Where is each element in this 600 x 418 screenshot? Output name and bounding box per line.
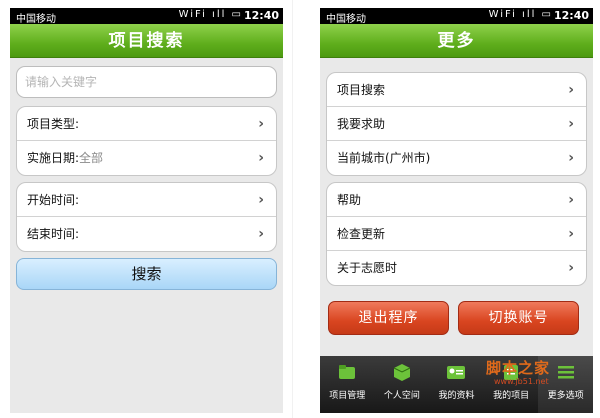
signal-wifi-battery-icon: WiFi ıll ▭ xyxy=(178,9,243,20)
project-type-row[interactable]: 项目类型: › xyxy=(17,107,276,141)
tab-project-manage[interactable]: 项目管理 xyxy=(320,356,375,413)
end-time-row[interactable]: 结束时间: › xyxy=(17,217,276,251)
end-time-label: 结束时间: xyxy=(27,227,80,241)
implement-date-value: 全部 xyxy=(79,151,104,165)
menu-item-project-search[interactable]: 项目搜索 › xyxy=(327,73,586,107)
menu-item-label: 帮助 xyxy=(337,193,362,207)
tab-personal-space[interactable]: 个人空间 xyxy=(375,356,430,413)
chevron-right-icon: › xyxy=(258,150,264,166)
clock: 12:40 xyxy=(553,9,589,22)
chevron-right-icon: › xyxy=(568,192,574,208)
search-input[interactable] xyxy=(16,66,277,98)
tab-label: 更多选项 xyxy=(547,391,584,401)
chevron-right-icon: › xyxy=(258,226,264,242)
tab-my-profile[interactable]: 我的资料 xyxy=(429,356,484,413)
tab-label: 个人空间 xyxy=(383,391,420,401)
divider xyxy=(292,0,293,418)
chevron-right-icon: › xyxy=(568,260,574,276)
switch-account-button[interactable]: 切换账号 xyxy=(458,301,579,335)
menu-item-about[interactable]: 关于志愿时 › xyxy=(327,251,586,285)
menu-item-label: 我要求助 xyxy=(337,117,386,131)
chevron-right-icon: › xyxy=(568,82,574,98)
logout-button[interactable]: 退出程序 xyxy=(328,301,449,335)
menu-item-current-city[interactable]: 当前城市(广州市) › xyxy=(327,141,586,175)
menu-group-2: 帮助 › 检查更新 › 关于志愿时 › xyxy=(326,182,587,286)
tab-label: 我的资料 xyxy=(438,391,475,401)
implement-date-row[interactable]: 实施日期:全部 › xyxy=(17,141,276,175)
chevron-right-icon: › xyxy=(568,226,574,242)
signal-wifi-battery-icon: WiFi ıll ▭ xyxy=(488,9,553,20)
folder-icon xyxy=(339,365,356,379)
watermark-main-text: 脚本之家 xyxy=(486,359,551,377)
box-icon xyxy=(393,364,411,381)
clock: 12:40 xyxy=(243,9,279,22)
tab-label: 项目管理 xyxy=(329,391,366,401)
start-time-row[interactable]: 开始时间: › xyxy=(17,183,276,217)
tab-label: 我的项目 xyxy=(493,391,530,401)
menu-item-label: 检查更新 xyxy=(337,227,386,241)
menu-item-label: 当前城市(广州市) xyxy=(337,151,431,165)
menu-item-request-help[interactable]: 我要求助 › xyxy=(327,107,586,141)
site-watermark-logo: 脚本之家 www.jb51.net xyxy=(486,357,596,389)
chevron-right-icon: › xyxy=(568,150,574,166)
menu-item-label: 关于志愿时 xyxy=(337,261,398,275)
menu-item-label: 项目搜索 xyxy=(337,83,386,97)
implement-date-label: 实施日期: xyxy=(27,151,80,165)
start-time-label: 开始时间: xyxy=(27,193,80,207)
left-phone-screen: 中国移动 WiFi ıll ▭ 12:40 项目搜索 项目类型: › 实施日期:… xyxy=(10,8,283,413)
project-type-label: 项目类型: xyxy=(27,117,80,131)
status-bar: 中国移动 WiFi ıll ▭ 12:40 xyxy=(320,8,593,25)
page-title: 项目搜索 xyxy=(10,24,283,58)
filter-group: 项目类型: › 实施日期:全部 › xyxy=(16,106,277,176)
menu-item-help[interactable]: 帮助 › xyxy=(327,183,586,217)
chevron-right-icon: › xyxy=(258,192,264,208)
right-phone-screen: 中国移动 WiFi ıll ▭ 12:40 更多 项目搜索 › 我要求助 › 当… xyxy=(320,8,593,413)
chevron-right-icon: › xyxy=(258,116,264,132)
page-title: 更多 xyxy=(320,24,593,58)
profile-card-icon xyxy=(447,366,466,379)
carrier-label: 中国移动 xyxy=(326,14,366,25)
status-bar: 中国移动 WiFi ıll ▭ 12:40 xyxy=(10,8,283,25)
chevron-right-icon: › xyxy=(568,116,574,132)
search-button[interactable]: 搜索 xyxy=(16,258,277,290)
time-group: 开始时间: › 结束时间: › xyxy=(16,182,277,252)
carrier-label: 中国移动 xyxy=(16,14,56,25)
menu-group-1: 项目搜索 › 我要求助 › 当前城市(广州市) › xyxy=(326,72,587,176)
menu-item-check-update[interactable]: 检查更新 › xyxy=(327,217,586,251)
watermark-url-text: www.jb51.net xyxy=(494,377,549,386)
